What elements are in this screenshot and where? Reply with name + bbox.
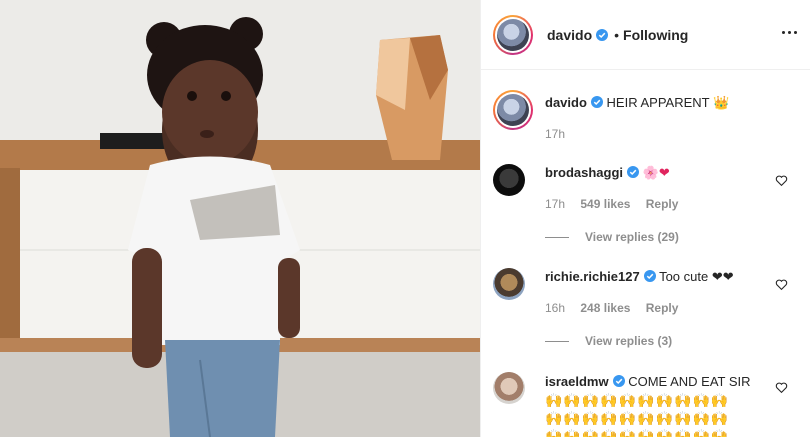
crown-emoji: 👑 xyxy=(712,95,730,110)
comment-username[interactable]: richie.richie127 xyxy=(545,269,640,284)
comment-text: israeldmw COME AND EAT SIR xyxy=(545,373,774,391)
view-replies-label: View replies (3) xyxy=(585,334,673,348)
verified-badge-icon xyxy=(612,375,625,387)
header-separator: • xyxy=(614,26,620,43)
heart-outline-icon[interactable] xyxy=(775,174,788,187)
comment-username[interactable]: israeldmw xyxy=(545,374,609,389)
view-replies-button[interactable]: View replies (29) xyxy=(545,230,679,244)
caption-text: davido HEIR APPARENT 👑 xyxy=(545,94,774,112)
comment-text: richie.richie127 Too cute ❤❤ xyxy=(545,268,774,286)
reply-button[interactable]: Reply xyxy=(646,197,679,211)
commenter-avatar[interactable] xyxy=(493,268,525,300)
verified-badge-icon xyxy=(643,270,656,282)
reply-button[interactable]: Reply xyxy=(646,301,679,315)
comment-likes[interactable]: 549 likes xyxy=(580,197,630,211)
post-viewer: davido • Following davido HEIR APPARENT … xyxy=(0,0,810,437)
commenter-avatar[interactable] xyxy=(493,164,525,196)
replies-divider xyxy=(545,340,569,342)
verified-badge-icon xyxy=(590,96,603,108)
verified-badge-icon xyxy=(596,28,609,41)
view-replies-button[interactable]: View replies (3) xyxy=(545,334,672,348)
emoji-line: 🙌🙌🙌🙌🙌🙌🙌🙌🙌🙌 xyxy=(545,410,730,426)
photo-illustration xyxy=(0,0,480,437)
emoji-line: 🙌🙌🙌🙌🙌🙌🙌🙌🙌🙌 xyxy=(545,428,730,437)
more-options-icon[interactable] xyxy=(780,24,798,42)
caption-meta: 17h xyxy=(545,127,577,141)
caption-author-avatar[interactable] xyxy=(493,90,533,130)
heart-outline-icon[interactable] xyxy=(775,278,788,291)
caption-time[interactable]: 17h xyxy=(545,127,565,141)
view-replies-label: View replies (29) xyxy=(585,230,679,244)
following-button[interactable]: Following xyxy=(623,27,688,43)
post-header: davido • Following xyxy=(481,0,810,70)
comment-likes[interactable]: 248 likes xyxy=(580,301,630,315)
post-author-avatar[interactable] xyxy=(493,14,533,55)
comment-body: COME AND EAT SIR xyxy=(628,374,751,389)
comment-meta: 16h 248 likes Reply xyxy=(545,301,690,315)
post-author-username[interactable]: davido xyxy=(547,27,592,43)
comments-panel: davido • Following davido HEIR APPARENT … xyxy=(480,0,810,437)
heart-outline-icon[interactable] xyxy=(775,381,788,394)
replies-divider xyxy=(545,236,569,238)
emoji-line: 🙌🙌🙌🙌🙌🙌🙌🙌🙌🙌 xyxy=(545,392,730,408)
comment-body: Too cute ❤❤ xyxy=(659,269,734,284)
verified-badge-icon xyxy=(627,166,640,178)
comment-text: brodashaggi 🌸❤ xyxy=(545,164,774,182)
caption-body: HEIR APPARENT xyxy=(606,95,710,110)
comment-time[interactable]: 16h xyxy=(545,301,565,315)
comment-username[interactable]: brodashaggi xyxy=(545,165,623,180)
comment-body: 🌸❤ xyxy=(642,165,670,180)
commenter-avatar[interactable] xyxy=(493,372,525,404)
post-photo[interactable] xyxy=(0,0,480,437)
comment-time[interactable]: 17h xyxy=(545,197,565,211)
caption-username[interactable]: davido xyxy=(545,95,587,110)
comment-meta: 17h 549 likes Reply xyxy=(545,197,690,211)
